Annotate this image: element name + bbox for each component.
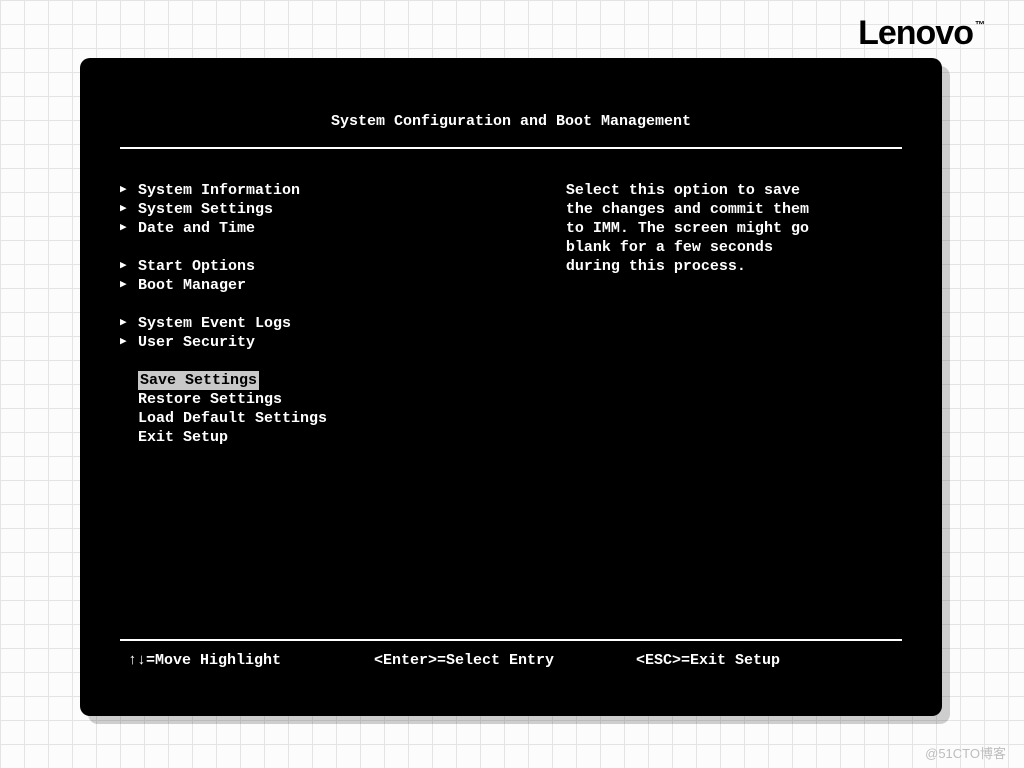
menu-item-label: System Information [138,181,300,200]
menu-item-label: System Settings [138,200,273,219]
menu-group: ▶System Event Logs▶User Security [120,314,558,352]
brand-logo: Lenovo™ [858,14,982,53]
menu-item-label: User Security [138,333,255,352]
menu-item-user-security[interactable]: ▶User Security [120,333,558,352]
menu-item-label: Load Default Settings [138,409,327,428]
menu-item-exit-setup[interactable]: Exit Setup [120,428,558,447]
hint-select: <Enter>=Select Entry [374,651,636,670]
bios-panel: System Configuration and Boot Management… [80,58,942,716]
menu-item-date-and-time[interactable]: ▶Date and Time [120,219,558,238]
watermark: @51CTO博客 [925,743,1006,762]
menu-item-save-settings[interactable]: Save Settings [120,371,558,390]
submenu-arrow-icon: ▶ [120,314,138,333]
menu-item-system-settings[interactable]: ▶System Settings [120,200,558,219]
menu-item-label: Boot Manager [138,276,246,295]
menu-item-system-information[interactable]: ▶System Information [120,181,558,200]
menu-item-label: Exit Setup [138,428,228,447]
menu-item-system-event-logs[interactable]: ▶System Event Logs [120,314,558,333]
submenu-arrow-icon: ▶ [120,181,138,200]
submenu-arrow-icon: ▶ [120,276,138,295]
menu-item-load-default-settings[interactable]: Load Default Settings [120,409,558,428]
submenu-arrow-icon: ▶ [120,219,138,238]
menu-group: Save SettingsRestore SettingsLoad Defaul… [120,371,558,447]
hint-move: ↑↓=Move Highlight [128,651,374,670]
submenu-arrow-icon: ▶ [120,333,138,352]
content-area: ▶System Information▶System Settings▶Date… [80,149,942,579]
page-title: System Configuration and Boot Management [80,58,942,141]
submenu-arrow-icon: ▶ [120,257,138,276]
hint-exit: <ESC>=Exit Setup [636,651,894,670]
menu-item-start-options[interactable]: ▶Start Options [120,257,558,276]
menu-item-label: System Event Logs [138,314,291,333]
menu-item-label: Save Settings [138,371,259,390]
menu-item-label: Restore Settings [138,390,282,409]
menu-list[interactable]: ▶System Information▶System Settings▶Date… [120,181,558,579]
menu-group: ▶System Information▶System Settings▶Date… [120,181,558,238]
brand-text: Lenovo [858,14,973,52]
brand-tm: ™ [975,20,984,31]
submenu-arrow-icon: ▶ [120,200,138,219]
menu-item-label: Start Options [138,257,255,276]
menu-item-boot-manager[interactable]: ▶Boot Manager [120,276,558,295]
help-text: Select this option to save the changes a… [558,181,902,579]
menu-item-restore-settings[interactable]: Restore Settings [120,390,558,409]
footer: ↑↓=Move Highlight <Enter>=Select Entry <… [120,639,902,670]
menu-group: ▶Start Options▶Boot Manager [120,257,558,295]
menu-item-label: Date and Time [138,219,255,238]
